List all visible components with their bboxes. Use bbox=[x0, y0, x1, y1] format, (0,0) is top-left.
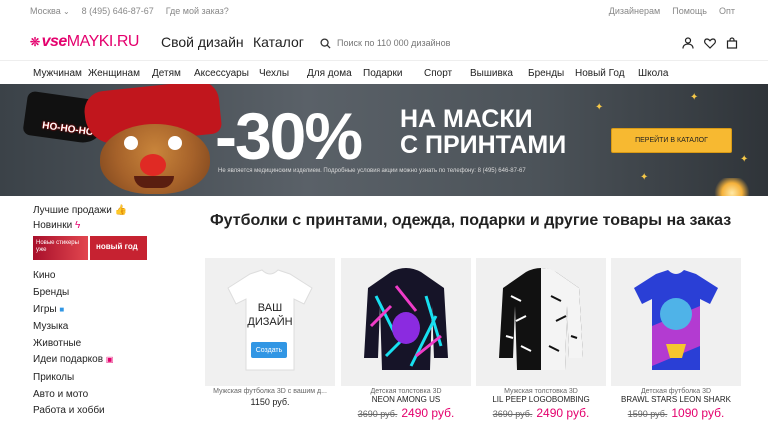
product-type: Мужская толстовка 3D bbox=[504, 388, 578, 395]
sidebar-item-bestsellers[interactable]: Лучшие продажи 👍 bbox=[33, 205, 127, 216]
brawl-stars-tshirt-image bbox=[634, 270, 718, 370]
sidebar-item-games[interactable]: Игры ■ bbox=[33, 304, 64, 315]
account-icon[interactable] bbox=[682, 36, 694, 49]
nav-item-cases[interactable]: Чехлы bbox=[259, 68, 289, 79]
product-card-neon-among-us-meta: Детская толстовка 3D NEON AMONG US 3690 … bbox=[341, 388, 471, 420]
neon-hoodie-image bbox=[364, 268, 448, 370]
banner-discount: -30% bbox=[215, 99, 363, 173]
order-status-link[interactable]: Где мой заказ? bbox=[166, 6, 229, 16]
page-title: Футболки с принтами, одежда, подарки и д… bbox=[210, 212, 732, 229]
phone-number[interactable]: 8 (495) 646-87-67 bbox=[82, 6, 154, 16]
wholesale-link[interactable]: Опт bbox=[719, 6, 735, 16]
product-title[interactable]: BRAWL STARS LEON SHARK bbox=[611, 395, 741, 404]
nav-item-new-year[interactable]: Новый Год bbox=[575, 68, 625, 79]
nav-item-accessories[interactable]: Аксессуары bbox=[194, 68, 249, 79]
stickers-promo-text: Новые стикеры уже bbox=[36, 240, 79, 253]
product-card-brawl-stars-meta: Детская футболка 3D BRAWL STARS LEON SHA… bbox=[611, 388, 741, 420]
go-to-catalog-button[interactable]: Перейти в каталог bbox=[611, 128, 732, 153]
gamepad-icon: ■ bbox=[59, 305, 65, 314]
sale-price: 2490 руб. bbox=[401, 406, 455, 420]
product-card-lil-peep[interactable] bbox=[476, 258, 606, 386]
search-bar[interactable] bbox=[320, 34, 650, 52]
thumbs-up-icon: 👍 bbox=[114, 205, 128, 216]
gift-icon: ▣ bbox=[105, 355, 114, 364]
top-utility-bar: Москва 8 (495) 646-87-67 Где мой заказ? … bbox=[0, 0, 768, 22]
sidebar-item-auto-moto[interactable]: Авто и мото bbox=[33, 389, 88, 400]
nav-item-brands[interactable]: Бренды bbox=[528, 68, 564, 79]
sidebar-item-movies[interactable]: Кино bbox=[33, 270, 56, 281]
black-white-hoodie-image bbox=[499, 268, 583, 370]
sidebar-item-jokes[interactable]: Приколы bbox=[33, 372, 74, 383]
sidebar-item-music[interactable]: Музыка bbox=[33, 321, 68, 332]
reindeer-mask-image bbox=[100, 124, 210, 194]
nav-item-school[interactable]: Школа bbox=[638, 68, 668, 79]
own-design-link[interactable]: Свой дизайн bbox=[161, 34, 244, 50]
search-input[interactable] bbox=[337, 38, 637, 48]
sidebar-item-animals[interactable]: Животные bbox=[33, 338, 81, 349]
favorites-heart-icon[interactable] bbox=[704, 36, 716, 49]
product-card-custom-meta: Мужская футболка 3D с вашим д... 1150 ру… bbox=[205, 388, 335, 407]
new-year-promo-tile[interactable]: новый год bbox=[90, 236, 147, 260]
your-design-label: ВАШ ДИЗАЙН bbox=[247, 302, 293, 328]
nav-item-embroidery[interactable]: Вышивка bbox=[470, 68, 513, 79]
create-design-button[interactable]: Создать bbox=[251, 342, 287, 358]
product-card-brawl-stars[interactable] bbox=[611, 258, 741, 386]
product-title[interactable]: NEON AMONG US bbox=[341, 395, 471, 404]
designers-link[interactable]: Дизайнерам bbox=[609, 6, 660, 16]
nav-item-sport[interactable]: Спорт bbox=[424, 68, 452, 79]
old-price: 3690 руб. bbox=[357, 409, 398, 419]
logo-text-mayki: MAYKI bbox=[66, 33, 114, 50]
sale-price: 2490 руб. bbox=[536, 406, 590, 420]
promo-banner[interactable]: HO-HO-HO! -30% на маски с принтами Не яв… bbox=[0, 84, 768, 196]
banner-disclaimer: Не является медицинским изделием. Подроб… bbox=[218, 168, 526, 174]
nav-item-home[interactable]: Для дома bbox=[307, 68, 352, 79]
stickers-promo-tile[interactable]: Новые стикеры уже bbox=[33, 236, 88, 260]
logo-text-vse: vse bbox=[41, 33, 68, 50]
category-nav: Мужчинам Женщинам Детям Аксессуары Чехлы… bbox=[0, 60, 768, 84]
main-header: ❊ vse MAYKI .RU Свой дизайн Каталог bbox=[0, 28, 768, 58]
product-card-neon-among-us[interactable] bbox=[341, 258, 471, 386]
product-card-lil-peep-meta: Мужская толстовка 3D LIL PEEP LOGOBOMBIN… bbox=[476, 388, 606, 420]
logo-mark-icon: ❊ bbox=[30, 35, 40, 49]
sidebar-item-new[interactable]: Новинки ϟ bbox=[33, 220, 80, 231]
sidebar-item-brands[interactable]: Бренды bbox=[33, 287, 69, 298]
star-icon: ✦ bbox=[640, 172, 649, 183]
new-year-promo-text: новый год bbox=[96, 242, 138, 251]
nav-item-gifts[interactable]: Подарки bbox=[363, 68, 402, 79]
catalog-link[interactable]: Каталог bbox=[253, 34, 304, 50]
sale-price: 1090 руб. bbox=[671, 406, 725, 420]
star-icon: ✦ bbox=[690, 92, 699, 103]
product-type: Детская футболка 3D bbox=[640, 388, 712, 395]
nav-item-women[interactable]: Женщинам bbox=[88, 68, 140, 79]
sidebar-item-work-hobby[interactable]: Работа и хобби bbox=[33, 405, 105, 416]
product-price: 1150 руб. bbox=[250, 397, 290, 407]
site-logo[interactable]: ❊ vse MAYKI .RU bbox=[30, 33, 139, 51]
product-type: Детская толстовка 3D bbox=[370, 388, 442, 395]
star-icon: ✦ bbox=[740, 154, 749, 165]
cart-bag-icon[interactable] bbox=[726, 36, 738, 49]
nav-item-men[interactable]: Мужчинам bbox=[33, 68, 82, 79]
light-glow-decoration bbox=[712, 178, 752, 196]
logo-text-ru: .RU bbox=[112, 33, 140, 50]
help-link[interactable]: Помощь bbox=[672, 6, 707, 16]
old-price: 1590 руб. bbox=[627, 409, 668, 419]
product-title[interactable]: LIL PEEP LOGOBOMBING bbox=[476, 395, 606, 404]
nav-item-kids[interactable]: Детям bbox=[152, 68, 181, 79]
product-card-custom[interactable]: ВАШ ДИЗАЙН Создать bbox=[205, 258, 335, 386]
city-selector[interactable]: Москва bbox=[30, 6, 70, 16]
lightning-icon: ϟ bbox=[74, 220, 81, 231]
search-icon bbox=[320, 37, 331, 49]
star-icon: ✦ bbox=[595, 102, 604, 113]
old-price: 3690 руб. bbox=[492, 409, 533, 419]
product-type: Мужская футболка 3D с вашим д... bbox=[213, 388, 327, 395]
sidebar-item-gift-ideas[interactable]: Идеи подарков ▣ bbox=[33, 354, 113, 365]
banner-promo-text: на маски с принтами bbox=[400, 105, 567, 160]
